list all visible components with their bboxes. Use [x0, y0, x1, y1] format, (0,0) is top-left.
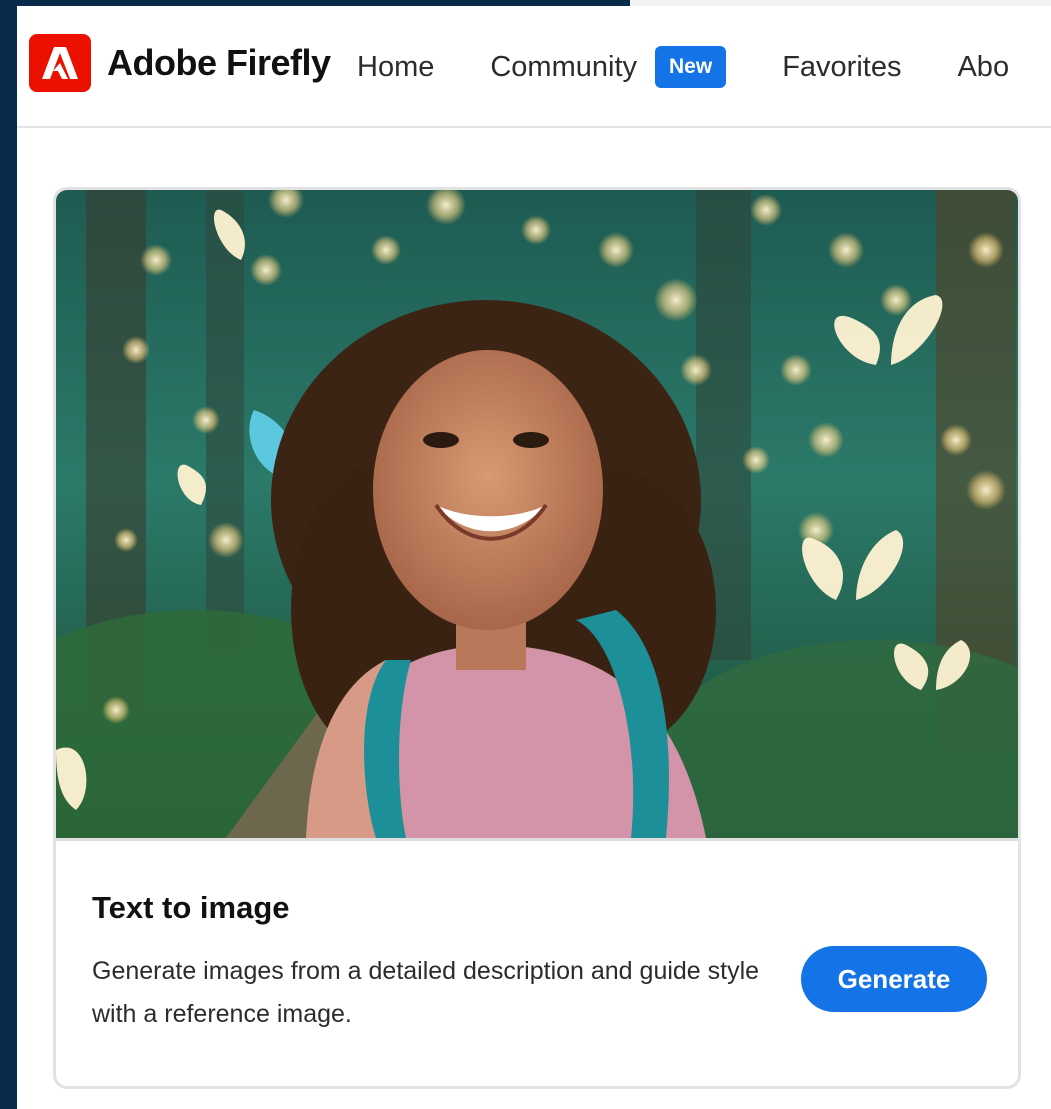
- app-window: Adobe Firefly Home Community New Favorit…: [0, 0, 1051, 1109]
- nav-community[interactable]: Community: [490, 51, 637, 84]
- text-to-image-card[interactable]: Text to image Generate images from a det…: [53, 187, 1021, 1089]
- card-title: Text to image: [92, 890, 290, 925]
- desktop-backdrop: [0, 0, 17, 1109]
- adobe-logo-icon[interactable]: [29, 34, 91, 92]
- butterfly-forest-image: [56, 190, 1018, 838]
- nav-about[interactable]: Abo: [957, 51, 1009, 84]
- nav-home[interactable]: Home: [357, 51, 434, 84]
- nav-favorites[interactable]: Favorites: [782, 51, 901, 84]
- card-description: Generate images from a detailed descript…: [92, 957, 760, 1028]
- brand-name[interactable]: Adobe Firefly: [107, 42, 331, 84]
- adobe-a-mark-icon: [42, 47, 78, 79]
- new-badge: New: [655, 46, 727, 88]
- generate-button[interactable]: Generate: [801, 946, 987, 1012]
- card-hero-image: [56, 190, 1018, 841]
- main-nav: Home Community New Favorites Abo: [357, 46, 1009, 88]
- top-nav-bar: Adobe Firefly Home Community New Favorit…: [17, 6, 1051, 128]
